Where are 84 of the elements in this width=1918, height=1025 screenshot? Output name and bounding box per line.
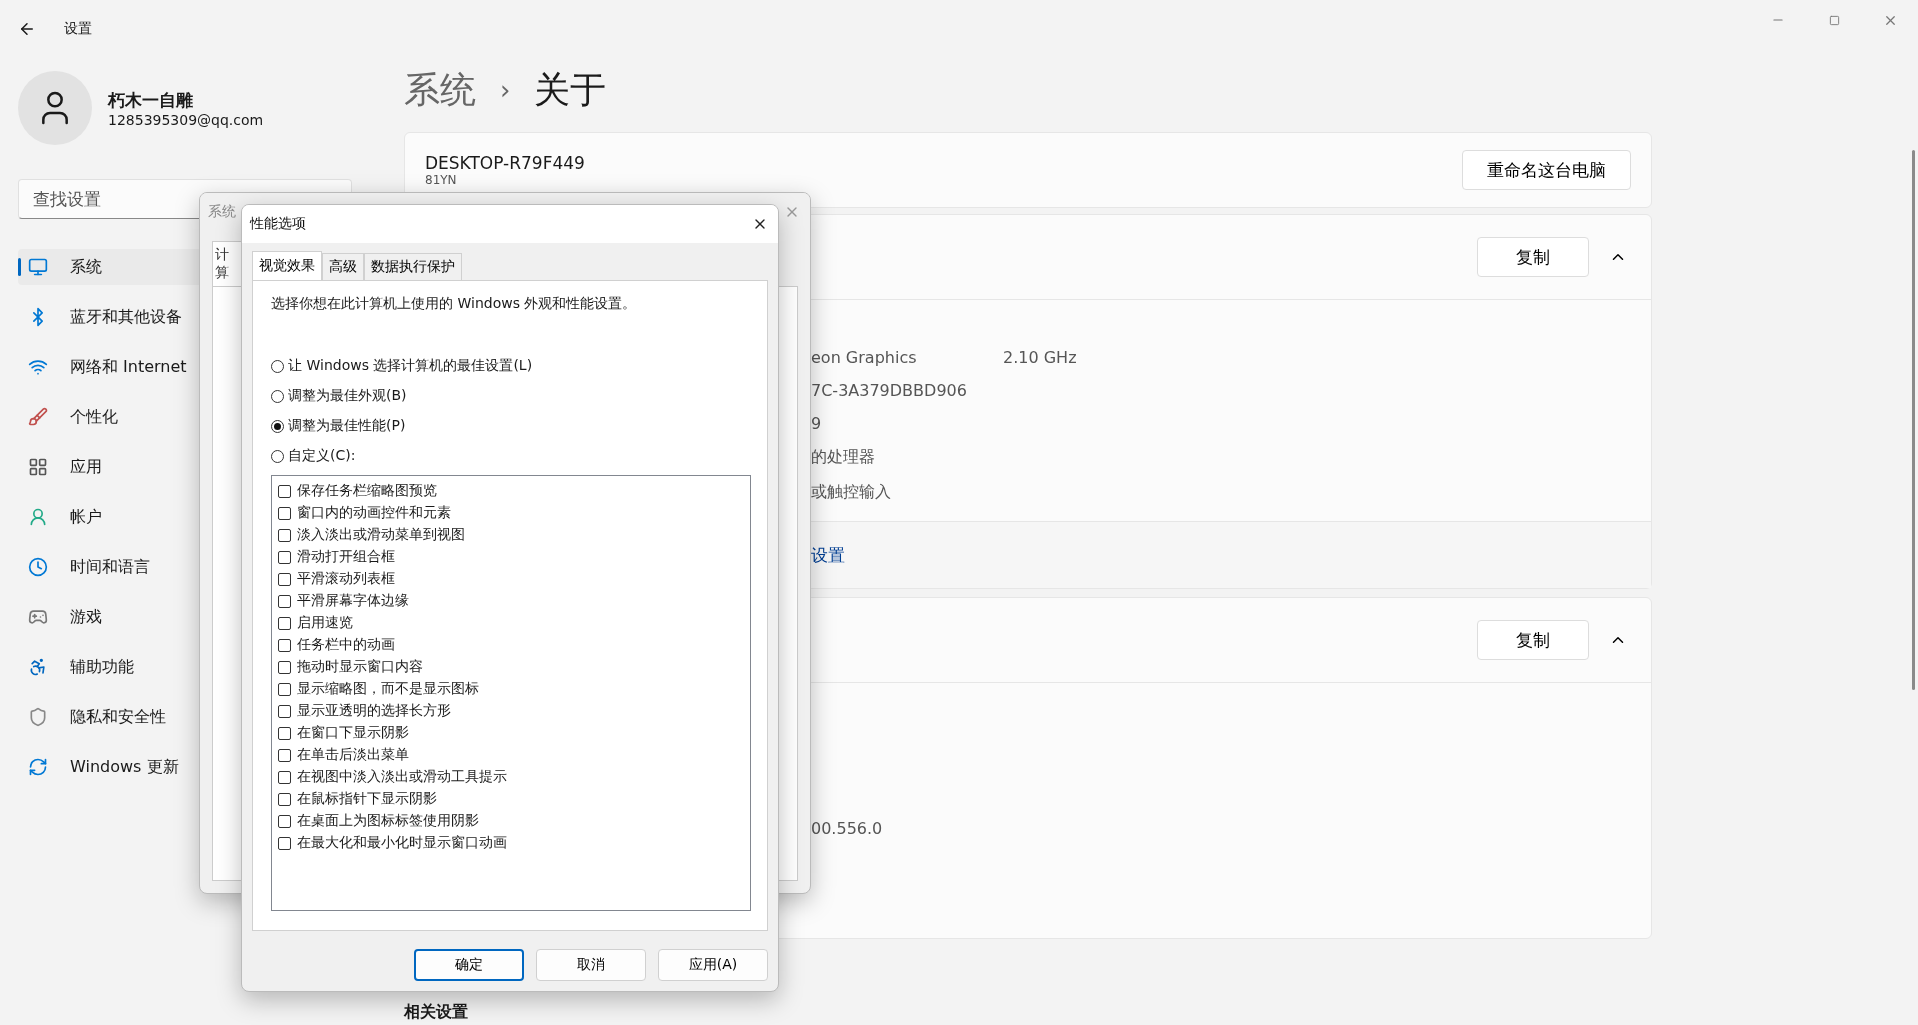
clock-icon bbox=[28, 557, 48, 577]
window-title: 系统 bbox=[208, 203, 237, 221]
radio-button[interactable] bbox=[271, 419, 284, 433]
tab[interactable]: 计算 bbox=[212, 241, 242, 286]
checkbox-label[interactable]: 滑动打开组合框 bbox=[297, 548, 395, 566]
tab[interactable]: 视觉效果 bbox=[252, 251, 322, 280]
checkbox-label[interactable]: 在窗口下显示阴影 bbox=[297, 724, 409, 742]
gamepad-icon bbox=[28, 607, 48, 627]
breadcrumb-parent[interactable]: 系统 bbox=[404, 65, 476, 115]
checkbox[interactable] bbox=[278, 616, 291, 630]
restore-icon[interactable] bbox=[1828, 14, 1840, 26]
scrollbar[interactable] bbox=[1912, 150, 1915, 690]
checkbox-label[interactable]: 保存任务栏缩略图预览 bbox=[297, 482, 437, 500]
tab[interactable]: 高级 bbox=[322, 253, 364, 280]
copy-button[interactable]: 复制 bbox=[1477, 620, 1589, 660]
settings-link[interactable]: 设置 bbox=[811, 543, 845, 567]
spec-value: 或触控输入 bbox=[811, 482, 891, 503]
checkbox[interactable] bbox=[278, 638, 291, 652]
radio-label[interactable]: 自定义(C): bbox=[288, 447, 356, 465]
tab[interactable]: 数据执行保护 bbox=[364, 253, 462, 280]
dialog-button[interactable]: 应用(A) bbox=[658, 949, 768, 981]
checkbox-label[interactable]: 平滑滚动列表框 bbox=[297, 570, 395, 588]
radio-label[interactable]: 让 Windows 选择计算机的最佳设置(L) bbox=[288, 357, 533, 375]
checkbox[interactable] bbox=[278, 770, 291, 784]
checkbox[interactable] bbox=[278, 836, 291, 850]
shield-icon bbox=[28, 707, 48, 727]
breadcrumb-separator: › bbox=[500, 75, 511, 105]
checkbox[interactable] bbox=[278, 682, 291, 696]
checkbox-label[interactable]: 显示缩略图，而不是显示图标 bbox=[297, 680, 479, 698]
checkbox-label[interactable]: 平滑屏幕字体边缘 bbox=[297, 592, 409, 610]
spec-value: eon Graphics bbox=[811, 348, 918, 367]
checkbox[interactable] bbox=[278, 792, 291, 806]
checkbox-label[interactable]: 淡入淡出或滑动菜单到视图 bbox=[297, 526, 465, 544]
copy-button[interactable]: 复制 bbox=[1477, 237, 1589, 277]
description: 选择你想在此计算机上使用的 Windows 外观和性能设置。 bbox=[271, 295, 638, 313]
checkbox-label[interactable]: 在桌面上为图标标签使用阴影 bbox=[297, 812, 479, 830]
apps-icon bbox=[28, 457, 48, 477]
spec-value: 2.10 GHz bbox=[1003, 348, 1077, 367]
dialog-button[interactable]: 确定 bbox=[414, 949, 524, 981]
user-email: 1285395309@qq.com bbox=[108, 111, 264, 128]
checkbox[interactable] bbox=[278, 572, 291, 586]
radio-button[interactable] bbox=[271, 449, 284, 463]
checkbox-label[interactable]: 在最大化和最小化时显示窗口动画 bbox=[297, 834, 507, 852]
spec-value: 的处理器 bbox=[811, 447, 875, 468]
checkbox[interactable] bbox=[278, 660, 291, 674]
brush-icon bbox=[28, 407, 48, 427]
checkbox-label[interactable]: 显示亚透明的选择长方形 bbox=[297, 702, 451, 720]
checkbox-label[interactable]: 拖动时显示窗口内容 bbox=[297, 658, 423, 676]
radio-label[interactable]: 调整为最佳外观(B) bbox=[288, 387, 407, 405]
checkbox[interactable] bbox=[278, 748, 291, 762]
radio-button[interactable] bbox=[271, 359, 284, 373]
back-icon[interactable] bbox=[18, 20, 36, 38]
checkbox-label[interactable]: 在鼠标指针下显示阴影 bbox=[297, 790, 437, 808]
radio-label[interactable]: 调整为最佳性能(P) bbox=[288, 417, 406, 435]
device-name: DESKTOP-R79F449 bbox=[425, 153, 586, 173]
spec-value: 9 bbox=[811, 414, 822, 433]
window-title: 设置 bbox=[64, 20, 92, 38]
refresh-icon bbox=[28, 757, 48, 777]
spec-value: 7C-3A379DBBD906 bbox=[811, 381, 967, 400]
user-name: 朽木一自雕 bbox=[108, 88, 194, 112]
checkbox[interactable] bbox=[278, 704, 291, 718]
checkbox-label[interactable]: 启用速览 bbox=[297, 614, 353, 632]
dialog-button[interactable]: 取消 bbox=[536, 949, 646, 981]
checkbox[interactable] bbox=[278, 550, 291, 564]
device-model: 81YN bbox=[425, 173, 458, 187]
page-title: 关于 bbox=[534, 67, 607, 112]
checkbox-label[interactable]: 在单击后淡出菜单 bbox=[297, 746, 409, 764]
accessibility-icon bbox=[28, 657, 48, 677]
radio-button[interactable] bbox=[271, 389, 284, 403]
checkbox[interactable] bbox=[278, 506, 291, 520]
checkbox-label[interactable]: 窗口内的动画控件和元素 bbox=[297, 504, 451, 522]
monitor-icon bbox=[28, 257, 48, 277]
wifi-icon bbox=[28, 357, 48, 377]
spec-value: 00.556.0 bbox=[811, 819, 883, 838]
checkbox-label[interactable]: 任务栏中的动画 bbox=[297, 636, 395, 654]
checkbox[interactable] bbox=[278, 528, 291, 542]
person-icon bbox=[28, 507, 48, 527]
checkbox[interactable] bbox=[278, 814, 291, 828]
rename-button[interactable]: 重命名这台电脑 bbox=[1462, 150, 1631, 190]
checkbox[interactable] bbox=[278, 484, 291, 498]
section-heading: 相关设置 bbox=[404, 1002, 469, 1023]
checkbox[interactable] bbox=[278, 726, 291, 740]
checkbox-label[interactable]: 在视图中淡入淡出或滑动工具提示 bbox=[297, 768, 507, 786]
checkbox[interactable] bbox=[278, 594, 291, 608]
